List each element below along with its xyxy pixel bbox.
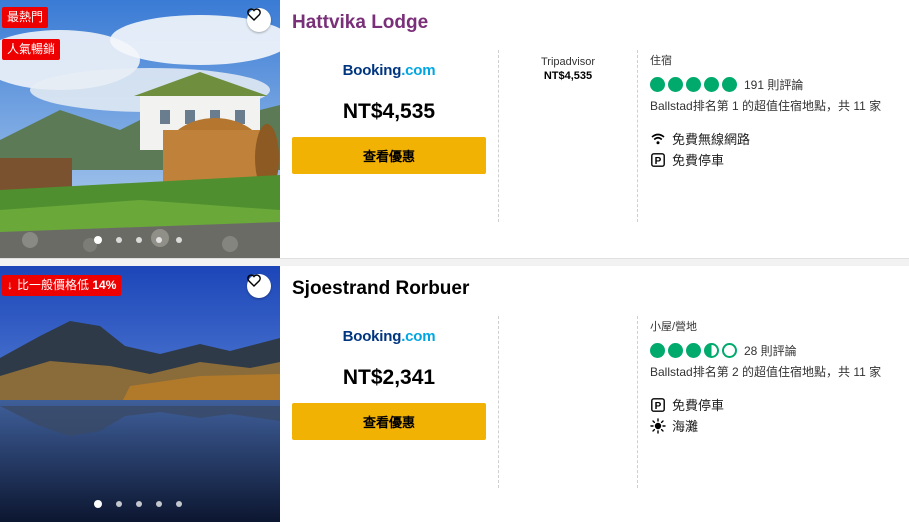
carousel-dot[interactable]	[136, 501, 142, 507]
amenities-list: 免費無線網路 P 免費停車	[650, 128, 900, 170]
svg-text:P: P	[655, 155, 662, 166]
rating-bubble-empty-icon	[722, 343, 737, 358]
save-heart-button[interactable]	[247, 274, 271, 298]
listing-photo[interactable]: ↓ 比一般價格低 14%	[0, 266, 280, 522]
heart-icon	[247, 274, 261, 287]
amenity-item: P 免費停車	[650, 394, 900, 415]
booking-logo: Booking.com	[342, 62, 436, 79]
carousel-dot[interactable]	[136, 237, 142, 243]
primary-offer: Booking.com NT$2,341 查看優惠	[292, 328, 486, 440]
column-divider	[637, 316, 638, 488]
amenities-list: P 免費停車 海灘	[650, 394, 900, 436]
carousel-dot[interactable]	[116, 237, 122, 243]
parking-icon: P	[650, 397, 666, 413]
amenity-label: 海灘	[672, 419, 699, 434]
save-heart-button[interactable]	[247, 8, 271, 32]
fjord-photo-image	[0, 266, 280, 522]
review-count-link[interactable]: 191 則評論	[744, 76, 803, 93]
carousel-dots[interactable]	[94, 500, 182, 508]
rating-bubble-full-icon	[686, 343, 701, 358]
property-type: 住宿	[650, 55, 672, 67]
listing-title[interactable]: Hattvika Lodge	[292, 12, 428, 34]
other-offer[interactable]: Tripadvisor NT$4,535	[500, 56, 636, 82]
listing-card[interactable]: ↓ 比一般價格低 14% Sjoestrand Rorbuer Booking.c…	[0, 266, 909, 522]
badge-bestseller: 人氣暢銷	[2, 39, 61, 60]
column-divider	[637, 50, 638, 222]
booking-logo: Booking.com	[342, 328, 436, 345]
other-offer-price: NT$4,535	[543, 70, 593, 82]
card-separator	[0, 258, 909, 266]
rating-bubble-full-icon	[650, 343, 665, 358]
amenity-item: 海灘	[650, 415, 900, 436]
ranking-text: Ballstad排名第 1 的超值住宿地點，共 11 家	[650, 99, 882, 113]
offer-price: NT$2,341	[342, 366, 436, 389]
listing-title[interactable]: Sjoestrand Rorbuer	[292, 278, 469, 300]
listing-photo[interactable]: 最熱門 人氣暢銷	[0, 0, 280, 258]
listing-info: 住宿 191 則評論 Ballstad排名第 1 的超值住宿地點，共 11 家 …	[650, 52, 900, 170]
rating-bubble-full-icon	[668, 343, 683, 358]
carousel-dot[interactable]	[94, 500, 102, 508]
amenity-label: 免費無線網路	[672, 132, 751, 147]
carousel-dot[interactable]	[116, 501, 122, 507]
review-count-link[interactable]: 28 則評論	[744, 342, 797, 359]
rating-bubble-full-icon	[668, 77, 683, 92]
carousel-dot[interactable]	[94, 236, 102, 244]
badge-price-drop: ↓ 比一般價格低 14%	[2, 275, 122, 296]
carousel-dots[interactable]	[94, 236, 182, 244]
beach-icon	[650, 417, 666, 434]
carousel-dot[interactable]	[176, 501, 182, 507]
property-type: 小屋/營地	[650, 321, 698, 333]
carousel-dot[interactable]	[156, 237, 162, 243]
arrow-down-icon: ↓	[7, 278, 13, 292]
badge-most-popular: 最熱門	[2, 7, 49, 28]
rating[interactable]: 28 則評論	[650, 342, 900, 359]
amenity-label: 免費停車	[672, 398, 725, 413]
rating-bubble-full-icon	[650, 77, 665, 92]
amenity-item: 免費無線網路	[650, 128, 900, 149]
rating-bubble-full-icon	[704, 77, 719, 92]
heart-icon	[247, 8, 261, 21]
wifi-icon	[650, 131, 666, 147]
rating-bubble-full-icon	[722, 77, 737, 92]
view-deal-button[interactable]: 查看優惠	[292, 403, 486, 440]
other-offer-provider: Tripadvisor	[541, 56, 595, 68]
amenity-item: P 免費停車	[650, 149, 900, 170]
offer-price: NT$4,535	[342, 100, 436, 123]
carousel-dot[interactable]	[156, 501, 162, 507]
view-deal-button[interactable]: 查看優惠	[292, 137, 486, 174]
listing-card[interactable]: 最熱門 人氣暢銷 Hattvika Lodge Booking.com NT$4…	[0, 0, 909, 258]
ranking-text: Ballstad排名第 2 的超值住宿地點，共 11 家	[650, 365, 882, 379]
column-divider	[498, 316, 499, 488]
carousel-dot[interactable]	[176, 237, 182, 243]
rating-bubble-full-icon	[686, 77, 701, 92]
rating-bubble-half-icon	[704, 343, 719, 358]
rating[interactable]: 191 則評論	[650, 76, 900, 93]
column-divider	[498, 50, 499, 222]
amenity-label: 免費停車	[672, 153, 725, 168]
svg-text:P: P	[655, 400, 662, 411]
listing-info: 小屋/營地 28 則評論 Ballstad排名第 2 的超值住宿地點，共 11 …	[650, 318, 900, 436]
primary-offer: Booking.com NT$4,535 查看優惠	[292, 62, 486, 174]
parking-icon: P	[650, 152, 666, 168]
